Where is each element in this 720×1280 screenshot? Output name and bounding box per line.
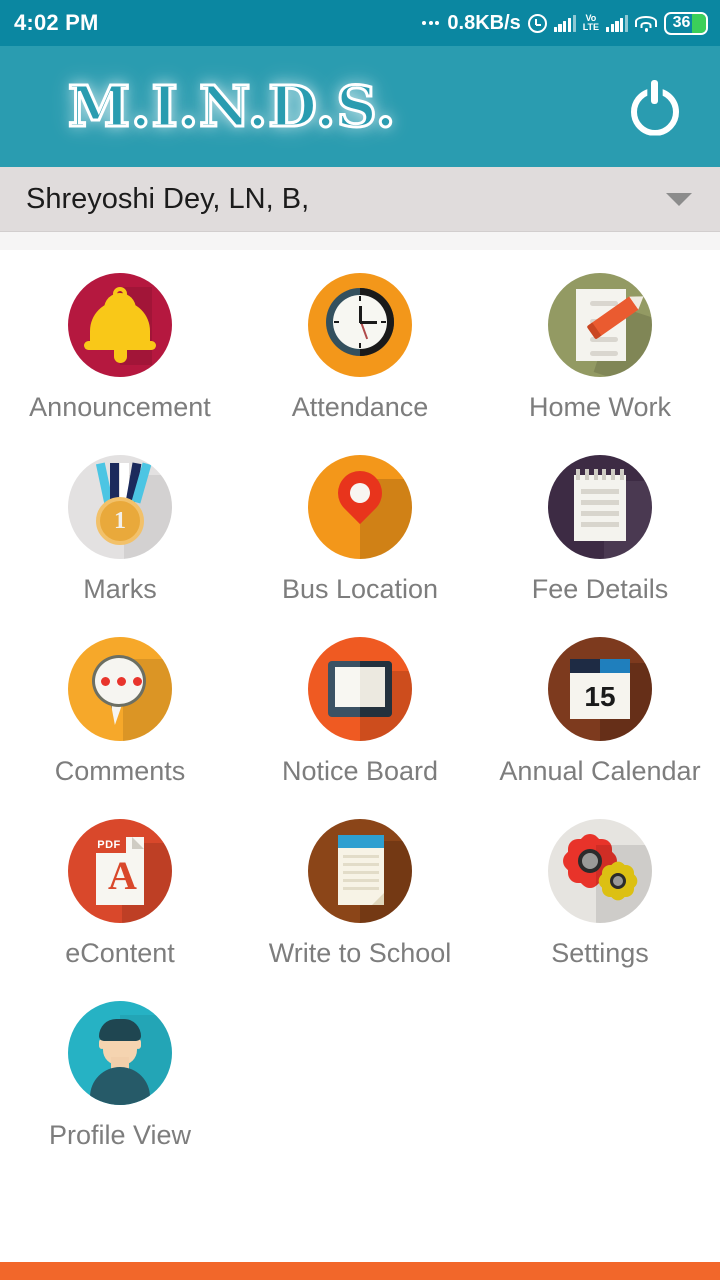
grid-item-label: eContent xyxy=(65,938,175,968)
dashboard-grid: Announcement Attendance Home Work 1 Mark… xyxy=(0,250,720,1178)
calendar-day-label: 15 xyxy=(584,681,616,712)
grid-item-notice-board[interactable]: Notice Board xyxy=(240,632,480,814)
volte-icon: Vo LTE xyxy=(583,14,599,32)
grid-item-label: Comments xyxy=(54,756,186,786)
map-pin-icon xyxy=(308,455,412,559)
grid-item-label: Notice Board xyxy=(281,756,439,786)
grid-item-write-to-school[interactable]: Write to School xyxy=(240,814,480,996)
grid-item-label: Attendance xyxy=(291,392,429,422)
grid-item-comments[interactable]: Comments xyxy=(0,632,240,814)
grid-item-label: Write to School xyxy=(268,938,452,968)
medal-number: 1 xyxy=(114,507,126,534)
battery-percent-label: 36 xyxy=(672,14,691,31)
grid-item-profile-view[interactable]: Profile View xyxy=(0,996,240,1178)
signal-bars-icon-1 xyxy=(553,14,576,32)
grid-item-label: Fee Details xyxy=(531,574,669,604)
grid-item-label: Annual Calendar xyxy=(499,756,701,786)
speech-bubble-icon xyxy=(68,637,172,741)
app-header: M.I.N.D.S. xyxy=(0,46,720,167)
grid-item-label: Bus Location xyxy=(281,574,439,604)
selector-underlay-strip xyxy=(0,232,720,250)
clock-icon xyxy=(308,273,412,377)
status-bar: 4:02 PM 0.8KB/s Vo LTE 36 xyxy=(0,0,720,46)
signal-bars-icon-2 xyxy=(606,14,628,32)
pdf-glyph: A xyxy=(108,853,137,898)
grid-item-label: Settings xyxy=(551,938,649,968)
grid-item-label: Marks xyxy=(83,574,157,604)
pdf-tag-label: PDF xyxy=(92,837,126,853)
grid-item-announcement[interactable]: Announcement xyxy=(0,268,240,450)
lined-notepad-icon xyxy=(308,819,412,923)
pdf-file-icon: PDF A xyxy=(68,819,172,923)
grid-item-annual-calendar[interactable]: 15 Annual Calendar xyxy=(480,632,720,814)
grid-item-label: Announcement xyxy=(29,392,211,422)
grid-item-marks[interactable]: 1 Marks xyxy=(0,450,240,632)
grid-item-label: Profile View xyxy=(48,1120,192,1150)
battery-icon: 36 xyxy=(664,11,708,35)
student-selector-value: Shreyoshi Dey, LN, B, xyxy=(26,182,310,215)
person-avatar-icon xyxy=(68,1001,172,1105)
bottom-accent-bar xyxy=(0,1262,720,1280)
status-bar-clock: 4:02 PM xyxy=(14,10,99,35)
grid-item-label: Home Work xyxy=(528,392,672,422)
bell-icon xyxy=(68,273,172,377)
medal-icon: 1 xyxy=(68,455,172,559)
volte-bottom-label: LTE xyxy=(582,22,600,32)
whiteboard-icon xyxy=(308,637,412,741)
grid-item-attendance[interactable]: Attendance xyxy=(240,268,480,450)
gears-icon xyxy=(548,819,652,923)
grid-item-home-work[interactable]: Home Work xyxy=(480,268,720,450)
notebook-icon xyxy=(548,455,652,559)
grid-item-settings[interactable]: Settings xyxy=(480,814,720,996)
data-rate-label: 0.8KB/s xyxy=(447,11,521,34)
grid-item-econtent[interactable]: PDF A eContent xyxy=(0,814,240,996)
power-icon[interactable] xyxy=(624,76,686,138)
calendar-icon: 15 xyxy=(548,637,652,741)
app-logo: M.I.N.D.S. xyxy=(66,72,397,141)
alarm-icon xyxy=(527,13,547,33)
notepad-pencil-icon xyxy=(548,273,652,377)
grid-item-fee-details[interactable]: Fee Details xyxy=(480,450,720,632)
wifi-icon xyxy=(635,15,657,32)
grid-item-bus-location[interactable]: Bus Location xyxy=(240,450,480,632)
chevron-down-icon[interactable] xyxy=(666,192,692,206)
student-selector-dropdown[interactable]: Shreyoshi Dey, LN, B, xyxy=(0,167,720,232)
network-activity-dots-icon xyxy=(422,21,440,25)
status-bar-indicators: 0.8KB/s Vo LTE 36 xyxy=(422,11,708,35)
